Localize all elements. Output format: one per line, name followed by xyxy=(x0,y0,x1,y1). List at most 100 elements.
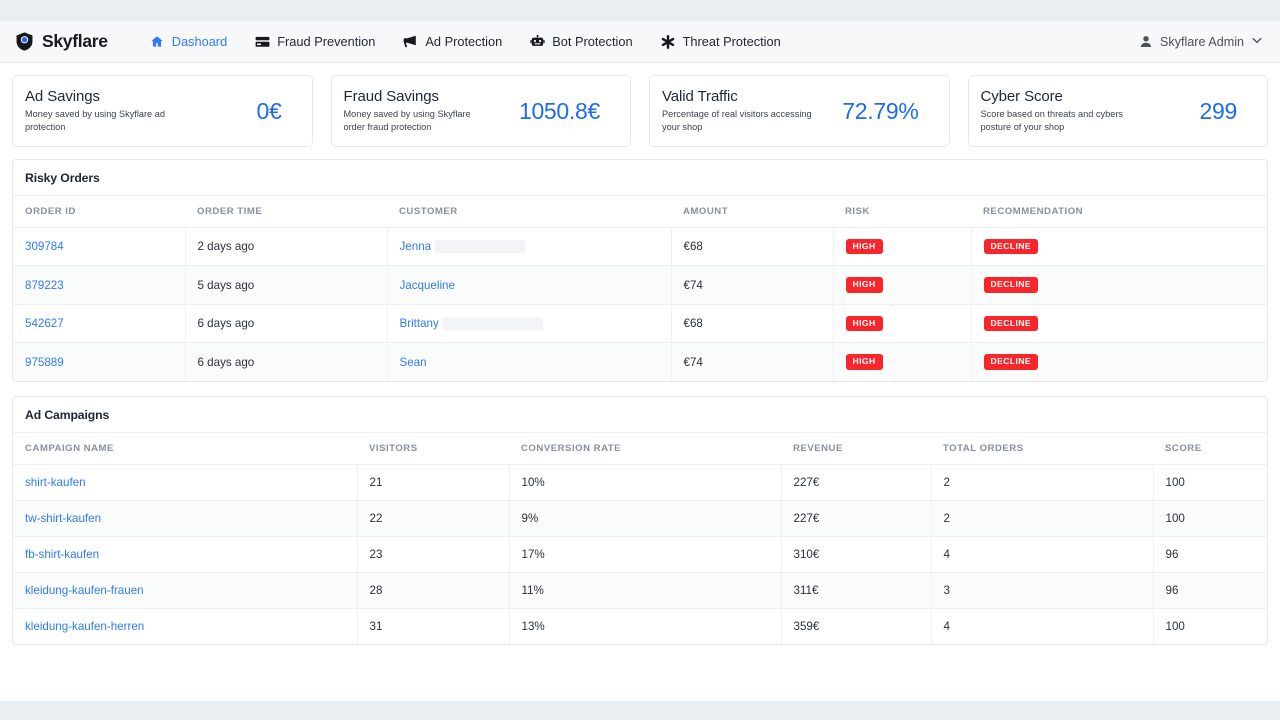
user-icon xyxy=(1138,35,1153,49)
table-row: kleidung-kaufen-herren 31 13% 359€ 4 100 xyxy=(13,608,1267,644)
cell-campaign-name: fb-shirt-kaufen xyxy=(13,536,358,573)
column-header-order-time: ORDER TIME xyxy=(185,196,387,228)
top-background-strip xyxy=(0,0,1280,21)
stat-value: 1050.8€ xyxy=(518,97,600,124)
stat-value: 72.79% xyxy=(842,97,919,124)
recommendation-badge[interactable]: DECLINE xyxy=(983,354,1039,370)
cell-customer: Jenna xyxy=(387,227,672,267)
stat-card-fraud-savings: Fraud Savings Money saved by using Skyfl… xyxy=(330,75,631,147)
campaign-name-link[interactable]: kleidung-kaufen-herren xyxy=(25,620,144,633)
customer-link[interactable]: Brittany xyxy=(400,317,439,330)
cell-amount: €74 xyxy=(671,342,834,381)
redacted-customer-surname xyxy=(442,317,543,331)
dashboard-content: Ad Savings Money saved by using Skyflare… xyxy=(0,63,1280,701)
risky-orders-panel: Risky Orders ORDER ID ORDER TIME CUSTOME… xyxy=(12,159,1268,382)
redacted-customer-surname xyxy=(435,240,526,254)
column-header-risk: RISK xyxy=(833,196,971,228)
recommendation-badge[interactable]: DECLINE xyxy=(983,277,1039,293)
brand-logo[interactable]: Skyflare xyxy=(10,31,108,52)
cell-visitors: 22 xyxy=(357,500,510,537)
column-header-amount: AMOUNT xyxy=(671,196,833,228)
risk-badge[interactable]: HIGH xyxy=(845,239,883,255)
stat-description: Score based on threats and cybers postur… xyxy=(980,109,1124,133)
customer-link[interactable]: Sean xyxy=(400,356,427,369)
shield-logo-icon xyxy=(14,31,35,52)
risky-orders-title: Risky Orders xyxy=(13,160,1267,196)
recommendation-badge[interactable]: DECLINE xyxy=(983,315,1039,332)
cell-score: 100 xyxy=(1153,464,1267,501)
column-header-recommendation: RECOMMENDATION xyxy=(971,196,1267,228)
cell-revenue: 310€ xyxy=(781,536,932,573)
table-row: tw-shirt-kaufen 22 9% 227€ 2 100 xyxy=(13,500,1267,537)
nav-item-ad-protection[interactable]: Ad Protection xyxy=(389,30,516,53)
cell-order-id: 975889 xyxy=(13,342,186,381)
nav-item-bot-protection[interactable]: Bot Protection xyxy=(516,30,646,53)
ad-campaigns-panel: Ad Campaigns CAMPAIGN NAME VISITORS CONV… xyxy=(12,395,1268,645)
stat-card-text: Fraud Savings Money saved by using Skyfl… xyxy=(344,88,494,134)
column-header-customer: CUSTOMER xyxy=(387,196,671,228)
cell-visitors: 23 xyxy=(357,536,510,573)
cell-campaign-name: kleidung-kaufen-herren xyxy=(13,608,358,644)
robot-icon xyxy=(530,35,545,49)
nav-item-threat-protection[interactable]: Threat Protection xyxy=(647,30,795,53)
cell-order-id: 542627 xyxy=(13,304,186,344)
column-header-revenue: REVENUE xyxy=(781,432,931,465)
cell-conversion-rate: 17% xyxy=(509,536,782,573)
main-navbar: Skyflare Dashoard Fraud Prevention Ad Pr… xyxy=(0,21,1280,63)
cell-customer: Jacqueline xyxy=(387,265,672,305)
campaign-name-link[interactable]: fb-shirt-kaufen xyxy=(25,548,99,561)
cell-amount: €68 xyxy=(671,227,834,267)
table-row: 309784 2 days ago Jenna €68 HIGH DECLINE xyxy=(13,227,1267,267)
nav-item-bot-protection-label: Bot Protection xyxy=(552,34,633,49)
cell-total-orders: 2 xyxy=(931,464,1154,501)
risky-orders-table-body: 309784 2 days ago Jenna €68 HIGH DECLINE 87922… xyxy=(13,227,1267,381)
order-id-link[interactable]: 309784 xyxy=(25,240,64,253)
megaphone-icon xyxy=(403,35,418,49)
cell-visitors: 31 xyxy=(357,608,510,644)
cell-campaign-name: kleidung-kaufen-frauen xyxy=(13,572,358,609)
asterisk-icon xyxy=(661,34,676,49)
cell-conversion-rate: 10% xyxy=(509,464,782,501)
order-id-link[interactable]: 975889 xyxy=(25,356,64,369)
cell-order-time: 6 days ago xyxy=(185,342,388,381)
risk-badge[interactable]: HIGH xyxy=(845,354,883,370)
order-id-link[interactable]: 879223 xyxy=(25,279,64,292)
cell-recommendation: DECLINE xyxy=(971,304,1267,344)
campaign-name-link[interactable]: shirt-kaufen xyxy=(25,476,86,489)
cell-recommendation: DECLINE xyxy=(971,265,1267,305)
account-menu-label: Skyflare Admin xyxy=(1160,34,1244,49)
footer-background-strip xyxy=(0,701,1280,720)
stat-card-text: Valid Traffic Percentage of real visitor… xyxy=(662,88,812,134)
nav-item-dashboard[interactable]: Dashoard xyxy=(136,30,242,53)
table-header-row: ORDER ID ORDER TIME CUSTOMER AMOUNT RISK… xyxy=(13,196,1267,228)
customer-link[interactable]: Jacqueline xyxy=(400,279,455,292)
cell-revenue: 359€ xyxy=(781,608,932,644)
recommendation-badge[interactable]: DECLINE xyxy=(983,239,1039,255)
primary-navigation: Dashoard Fraud Prevention Ad Protection … xyxy=(136,30,795,53)
nav-item-fraud-prevention[interactable]: Fraud Prevention xyxy=(241,30,389,53)
cell-total-orders: 2 xyxy=(931,500,1154,537)
cell-recommendation: DECLINE xyxy=(971,227,1267,267)
cell-conversion-rate: 13% xyxy=(509,608,782,644)
cell-campaign-name: tw-shirt-kaufen xyxy=(13,500,358,537)
risky-orders-table-head: ORDER ID ORDER TIME CUSTOMER AMOUNT RISK… xyxy=(13,196,1267,228)
stat-title: Cyber Score xyxy=(980,87,1063,105)
risk-badge[interactable]: HIGH xyxy=(845,315,883,332)
risk-badge[interactable]: HIGH xyxy=(845,277,883,293)
account-menu[interactable]: Skyflare Admin xyxy=(1138,35,1266,49)
cell-amount: €74 xyxy=(671,265,834,305)
customer-link[interactable]: Jenna xyxy=(400,240,432,253)
order-id-link[interactable]: 542627 xyxy=(25,317,64,330)
stat-title: Ad Savings xyxy=(25,87,100,105)
stat-description: Percentage of real visitors accessing yo… xyxy=(662,109,812,133)
stat-card-valid-traffic: Valid Traffic Percentage of real visitor… xyxy=(649,75,950,147)
nav-item-dashboard-label: Dashoard xyxy=(171,34,228,49)
cell-visitors: 21 xyxy=(357,464,510,501)
campaign-name-link[interactable]: tw-shirt-kaufen xyxy=(25,512,101,525)
table-row: fb-shirt-kaufen 23 17% 310€ 4 96 xyxy=(13,536,1267,573)
cell-order-time: 6 days ago xyxy=(185,304,388,344)
campaign-name-link[interactable]: kleidung-kaufen-frauen xyxy=(25,584,144,597)
stat-card-cyber-score: Cyber Score Score based on threats and c… xyxy=(967,75,1268,147)
brand-name: Skyflare xyxy=(42,31,108,51)
stat-value: 0€ xyxy=(256,97,282,124)
